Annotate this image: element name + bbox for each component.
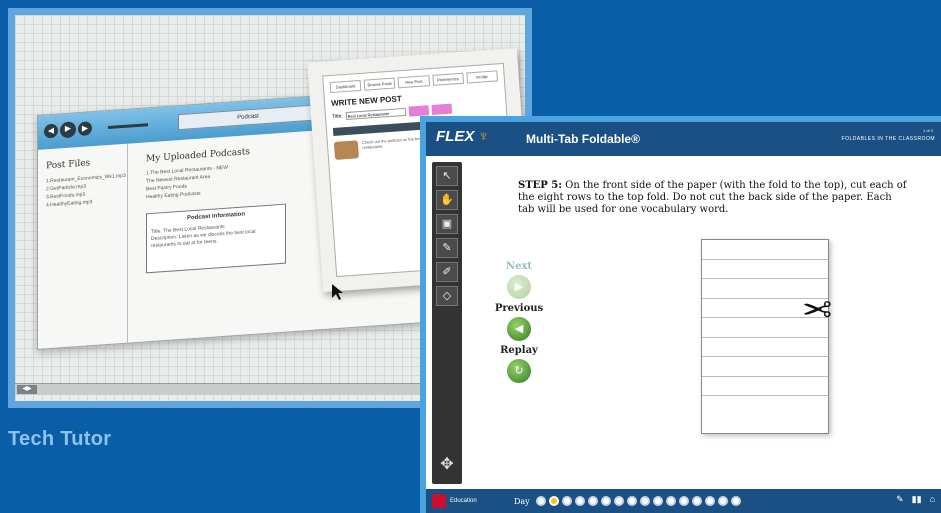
course-title: FOLDABLES IN THE CLASSROOM bbox=[841, 136, 935, 142]
save-button[interactable] bbox=[431, 103, 452, 116]
step-instructions: STEP 5: On the front side of the paper (… bbox=[518, 180, 908, 216]
footer-icons: ✎ ▮▮ ⌂ bbox=[896, 494, 935, 505]
hand-icon[interactable]: ✋ bbox=[436, 190, 458, 210]
tab-dashboard[interactable]: Dashboard bbox=[329, 79, 362, 94]
day-label: Day bbox=[514, 496, 530, 506]
rewind-icon[interactable]: ◀ bbox=[44, 123, 58, 139]
step-label: STEP 5: bbox=[518, 180, 562, 191]
paper-row bbox=[702, 260, 828, 279]
marker-icon[interactable]: ✐ bbox=[436, 262, 458, 282]
pointer-icon[interactable]: ↖ bbox=[436, 166, 458, 186]
step-dot[interactable] bbox=[731, 496, 741, 506]
publish-button[interactable] bbox=[408, 105, 429, 117]
step-text: On the front side of the paper (with the… bbox=[518, 180, 907, 215]
volume-slider[interactable] bbox=[108, 123, 148, 130]
step-dot[interactable] bbox=[614, 496, 624, 506]
tab-preferences[interactable]: Preferences bbox=[432, 72, 464, 86]
paper-row bbox=[702, 377, 828, 396]
step-dot[interactable] bbox=[640, 496, 650, 506]
flex-frame: FLEX ♆ Multi-Tab Foldable® 1 of 3 FOLDAB… bbox=[420, 116, 941, 513]
replay-button[interactable]: ↻ bbox=[507, 359, 531, 383]
flex-footer: Education Day ✎ ▮▮ ⌂ bbox=[426, 489, 941, 513]
previous-label: Previous bbox=[494, 303, 544, 314]
food-image bbox=[333, 140, 360, 160]
forward-icon[interactable]: ▶ bbox=[78, 121, 92, 137]
step-dot[interactable] bbox=[588, 496, 598, 506]
navigation-controls: Next ▶ Previous ◀ Replay ↻ bbox=[484, 257, 554, 383]
step-dot[interactable] bbox=[653, 496, 663, 506]
publisher-name: Education bbox=[450, 498, 477, 504]
post-files-heading: Post Files bbox=[46, 158, 91, 172]
scroll-play-button[interactable]: ◀▶ bbox=[17, 385, 37, 394]
title-input[interactable]: Best Local Restaurants bbox=[345, 107, 406, 121]
tool-palette: ↖ ✋ ▣ ✎ ✐ ◇ ✥ bbox=[432, 162, 462, 484]
title-label: Title: bbox=[331, 113, 343, 120]
step-dot[interactable] bbox=[562, 496, 572, 506]
caption: Tech Tutor bbox=[8, 428, 112, 450]
eraser-icon[interactable]: ◇ bbox=[436, 286, 458, 306]
paper-row bbox=[702, 396, 828, 416]
step-dot[interactable] bbox=[601, 496, 611, 506]
step-dot[interactable] bbox=[575, 496, 585, 506]
tab-profile[interactable]: Profile bbox=[466, 70, 499, 84]
pencil-icon[interactable]: ✎ bbox=[436, 238, 458, 258]
previous-button[interactable]: ◀ bbox=[507, 317, 531, 341]
flame-icon: ♆ bbox=[478, 128, 490, 145]
flex-logo: FLEX bbox=[436, 128, 475, 145]
replay-label: Replay bbox=[500, 345, 538, 356]
step-dot[interactable] bbox=[627, 496, 637, 506]
volume-icon[interactable]: ▮▮ bbox=[912, 494, 922, 505]
mouse-cursor-icon bbox=[331, 283, 345, 306]
home-icon[interactable]: ⌂ bbox=[930, 494, 935, 505]
tab-browse-posts[interactable]: Browse Posts bbox=[363, 77, 396, 91]
step-dot[interactable] bbox=[705, 496, 715, 506]
scissors-icon: ✂ bbox=[802, 288, 833, 329]
step-dot[interactable] bbox=[718, 496, 728, 506]
step-dot[interactable] bbox=[666, 496, 676, 506]
step-dot[interactable] bbox=[692, 496, 702, 506]
post-files-panel: Post Files 1.Restaurant_Economics_Wk1.mp… bbox=[38, 143, 128, 349]
foldable-paper bbox=[701, 239, 829, 434]
page-indicator: 1 of 3 bbox=[922, 128, 933, 133]
flex-header: FLEX ♆ Multi-Tab Foldable® 1 of 3 FOLDAB… bbox=[426, 122, 941, 156]
edit-icon[interactable]: ✎ bbox=[896, 494, 904, 505]
lesson-title: Multi-Tab Foldable® bbox=[526, 132, 640, 146]
next-button[interactable]: ▶ bbox=[507, 275, 531, 299]
step-dot[interactable] bbox=[679, 496, 689, 506]
paper-row bbox=[702, 240, 828, 260]
paper-row bbox=[702, 338, 828, 357]
podcast-info-box: Podcast Information Title: The Best Loca… bbox=[146, 203, 286, 274]
play-icon[interactable]: ▶ bbox=[60, 121, 76, 139]
step-dot[interactable] bbox=[536, 496, 546, 506]
move-icon[interactable]: ✥ bbox=[432, 454, 462, 474]
step-dots bbox=[536, 496, 741, 506]
next-label: Next bbox=[505, 261, 533, 272]
player-title: Podcast bbox=[178, 104, 318, 131]
flex-window: FLEX ♆ Multi-Tab Foldable® 1 of 3 FOLDAB… bbox=[426, 122, 941, 513]
paper-row bbox=[702, 357, 828, 377]
tab-new-post[interactable]: New Post bbox=[397, 75, 430, 89]
step-dot[interactable] bbox=[549, 496, 559, 506]
publisher-logo bbox=[432, 494, 446, 508]
box-icon[interactable]: ▣ bbox=[436, 214, 458, 234]
